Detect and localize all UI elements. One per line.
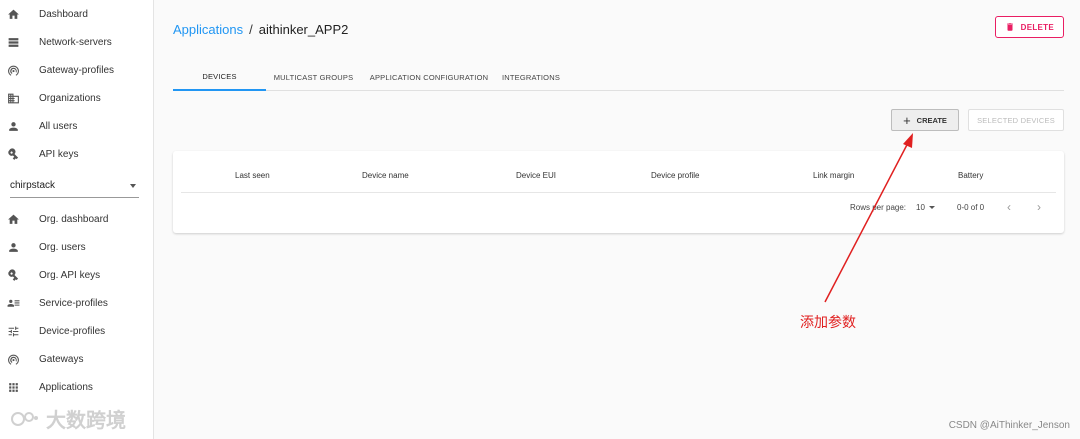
create-button-label: CREATE [916,115,947,125]
sidebar-item-gateways[interactable]: Gateways [0,345,153,373]
sidebar-item-label: Network-servers [39,36,112,48]
apps-icon [6,380,20,394]
column-header-battery[interactable]: Battery [958,171,983,180]
next-page-icon[interactable]: › [1037,200,1041,214]
sidebar-item-organizations[interactable]: Organizations [0,84,153,112]
sidebar-item-org-api-keys[interactable]: Org. API keys [0,261,153,289]
chevron-down-icon [130,183,136,188]
delete-button[interactable]: DELETE [994,16,1064,38]
sidebar-item-label: Dashboard [39,8,88,20]
sidebar-item-label: Service-profiles [39,297,108,309]
sidebar-item-label: Gateway-profiles [39,64,115,76]
key-icon [6,268,20,282]
rows-per-page-select[interactable]: 10 [916,203,935,212]
organization-select-value: chirpstack [10,180,56,191]
delete-button-label: DELETE [1020,22,1054,32]
tab-multicast-groups[interactable]: MULTICAST GROUPS [266,64,361,91]
sidebar-item-api-keys[interactable]: API keys [0,140,153,168]
pagination-range: 0-0 of 0 [957,203,985,212]
tab-devices[interactable]: DEVICES [173,64,266,91]
sidebar-item-label: Org. users [39,241,86,253]
column-header-device-eui[interactable]: Device EUI [516,171,556,180]
tab-label: MULTICAST GROUPS [273,73,354,82]
trash-icon [1006,23,1013,31]
tab-label: APPLICATION CONFIGURATION [369,73,489,82]
column-header-last-seen[interactable]: Last seen [235,171,270,180]
selected-devices-button[interactable]: SELECTED DEVICES [968,109,1064,131]
sidebar-item-service-profiles[interactable]: Service-profiles [0,289,153,317]
sidebar-item-label: All users [39,120,78,132]
gateway-icon [6,352,20,366]
organization-select[interactable]: chirpstack [10,174,139,198]
column-header-device-name[interactable]: Device name [362,171,409,180]
sidebar-item-label: Org. dashboard [39,213,109,225]
main-content: Applications / aithinker_APP2 DELETE DEV… [154,0,1080,439]
breadcrumb-separator: / [249,22,253,37]
account-icon [6,240,20,254]
tab-label: DEVICES [202,72,237,81]
sidebar-item-org-dashboard[interactable]: Org. dashboard [0,205,153,233]
plus-icon: + [903,112,911,128]
sidebar: Dashboard Network-servers Gateway-profil… [0,0,154,439]
home-icon [6,212,20,226]
tab-label: INTEGRATIONS [501,73,561,82]
tab-integrations[interactable]: INTEGRATIONS [497,64,565,91]
sidebar-item-gateway-profiles[interactable]: Gateway-profiles [0,56,153,84]
breadcrumb-applications-link[interactable]: Applications [173,22,243,37]
create-button[interactable]: + CREATE [891,109,959,131]
sidebar-item-label: Gateways [39,353,84,365]
page-title: aithinker_APP2 [258,22,349,37]
rows-per-page-value: 10 [916,203,925,212]
sidebar-item-label: API keys [39,148,79,160]
gateway-icon [6,63,20,77]
rows-per-page-label: Rows per page: [850,203,907,212]
key-icon [6,147,20,161]
tune-icon [6,324,20,338]
sidebar-item-label: Org. API keys [39,269,101,281]
previous-page-icon[interactable]: ‹ [1007,200,1011,214]
chevron-down-icon [928,206,935,210]
column-header-link-margin[interactable]: Link margin [813,171,854,180]
sidebar-item-all-users[interactable]: All users [0,112,153,140]
account-icon [6,119,20,133]
tab-application-configuration[interactable]: APPLICATION CONFIGURATION [361,64,497,91]
domain-icon [6,91,20,105]
watermark-left-text: 大数跨境 [46,410,126,432]
watermark-right-text: CSDN @AiThinker_Jenson [948,420,1070,431]
account-details-icon [6,296,20,310]
home-icon [6,7,20,21]
tab-bar: DEVICES MULTICAST GROUPS APPLICATION CON… [173,64,1064,91]
sidebar-item-dashboard[interactable]: Dashboard [0,0,153,28]
sidebar-item-org-users[interactable]: Org. users [0,233,153,261]
sidebar-item-network-servers[interactable]: Network-servers [0,28,153,56]
devices-table: Last seen Device name Device EUI Device … [173,151,1064,233]
sidebar-item-label: Organizations [39,92,101,104]
sidebar-item-label: Applications [39,381,93,393]
server-icon [6,35,20,49]
selected-devices-label: SELECTED DEVICES [977,115,1055,125]
table-header-divider [181,192,1056,193]
column-header-device-profile[interactable]: Device profile [651,171,699,180]
sidebar-item-device-profiles[interactable]: Device-profiles [0,317,153,345]
breadcrumb: Applications / aithinker_APP2 [173,22,348,37]
watermark-logo: 大数跨境 [10,404,126,433]
brand-logo-icon [11,411,38,426]
sidebar-item-label: Device-profiles [39,325,106,337]
annotation-label: 添加参数 [800,314,856,330]
sidebar-item-applications[interactable]: Applications [0,373,153,401]
